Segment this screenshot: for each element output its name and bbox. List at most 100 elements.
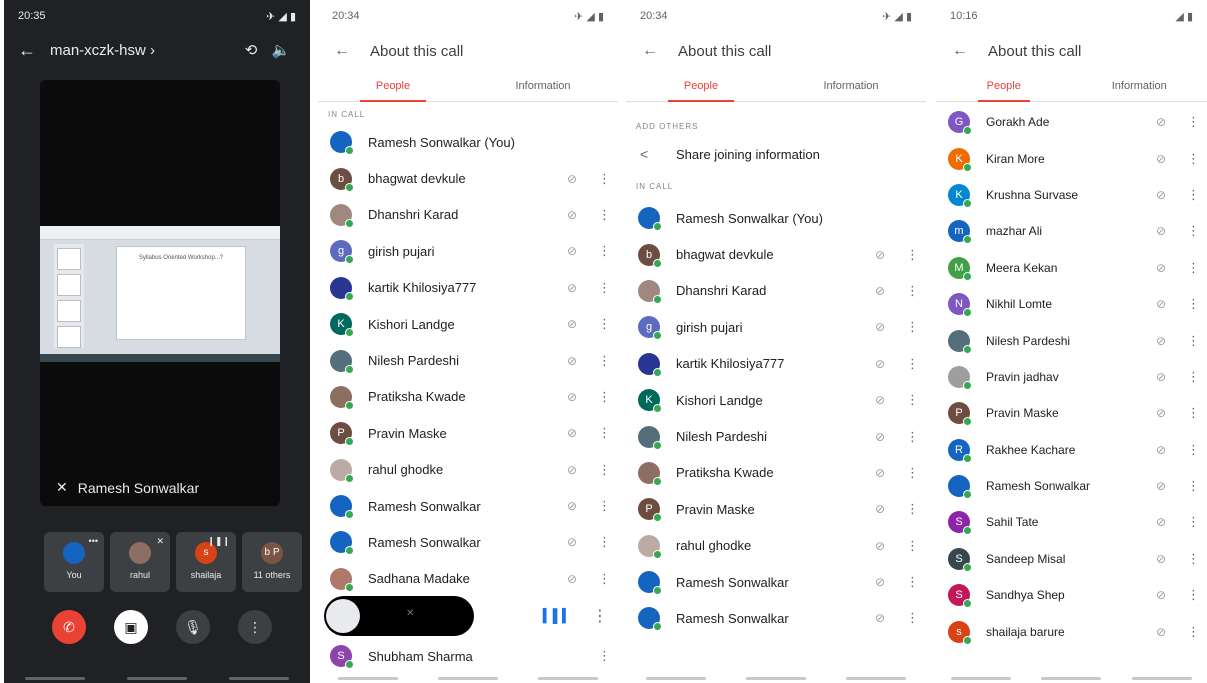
back-arrow-icon[interactable]: ← [18,40,50,61]
speaker-icon[interactable]: 🔈 [266,41,296,59]
more-icon[interactable]: ⋮ [1187,551,1200,567]
list-item[interactable]: m mazhar Ali ⊘ ⋮ [936,213,1207,249]
tab-information[interactable]: Information [1072,70,1207,101]
list-item[interactable]: M Meera Kekan ⊘ ⋮ [936,250,1207,286]
back-arrow-icon[interactable]: ← [952,42,988,60]
switch-camera-icon[interactable]: ⟲ [236,41,266,59]
more-icon[interactable]: ⋮ [906,247,919,263]
list-item[interactable]: g girish pujari ⊘ ⋮ [318,233,618,269]
meeting-code-button[interactable]: man-xczk-hsw › [50,42,236,59]
more-icon[interactable]: ⋮ [1187,296,1200,312]
more-icon[interactable]: ⋮ [598,425,611,441]
list-item[interactable]: kartik Khilosiya777 ⊘ ⋮ [318,270,618,306]
list-item[interactable]: Pratiksha Kwade ⊘ ⋮ [626,455,926,491]
list-item[interactable]: K Kishori Landge ⊘ ⋮ [318,306,618,342]
more-icon[interactable]: ⋮ [1187,478,1200,494]
more-icon[interactable]: ⋮ [906,319,919,335]
list-item[interactable]: Ramesh Sonwalkar ⊘ ⋮ [626,600,926,636]
list-item[interactable]: P Pravin Maske ⊘ ⋮ [318,415,618,451]
list-item[interactable]: b bhagwat devkule ⊘ ⋮ [626,236,926,272]
more-icon[interactable]: ⋮ [906,429,919,445]
more-icon[interactable]: ⋮ [1187,114,1200,130]
list-item[interactable]: Sadhana Madake ⊘ ⋮ [318,561,618,597]
more-icon[interactable]: ⋮ [906,538,919,554]
more-icon[interactable]: ⋮ [1187,187,1200,203]
list-item[interactable]: K Kiran More ⊘ ⋮ [936,140,1207,176]
tab-people[interactable]: People [318,70,468,102]
more-icon[interactable]: ⋮ [598,207,611,223]
more-icon[interactable]: ⋮ [1187,587,1200,603]
participant-tile[interactable]: ••• You [44,532,104,592]
more-icon[interactable]: ⋮ [1187,151,1200,167]
mic-button[interactable]: 🎙 [176,610,210,644]
list-item[interactable]: P Pravin Maske ⊘ ⋮ [936,395,1207,431]
list-item[interactable]: Ramesh Sonwalkar ⊘ ⋮ [936,468,1207,504]
pip-window[interactable]: ✕ [324,596,474,636]
more-icon[interactable]: ⋮ [598,648,611,664]
close-icon[interactable]: ✕ [406,608,414,619]
back-arrow-icon[interactable]: ← [334,42,370,60]
more-icon[interactable]: ⋮ [598,171,611,187]
more-icon[interactable]: ⋮ [906,465,919,481]
list-item[interactable]: rahul ghodke ⊘ ⋮ [318,452,618,488]
list-item[interactable]: Ramesh Sonwalkar ⊘ ⋮ [318,524,618,560]
more-icon[interactable]: ⋮ [598,316,611,332]
more-options-button[interactable]: ⋮ [238,610,272,644]
camera-off-button[interactable]: ▣ [114,610,148,644]
list-item[interactable]: Dhanshri Karad ⊘ ⋮ [626,273,926,309]
list-item[interactable]: Ramesh Sonwalkar (You) [626,200,926,236]
list-item[interactable]: Ramesh Sonwalkar (You) [318,124,618,160]
tab-people[interactable]: People [936,70,1072,102]
more-icon[interactable]: ⋮ [1187,624,1200,640]
list-item[interactable]: Ramesh Sonwalkar ⊘ ⋮ [318,488,618,524]
list-item[interactable]: N Nikhil Lomte ⊘ ⋮ [936,286,1207,322]
list-item[interactable]: S Shubham Sharma ⋮ [318,638,618,674]
list-item[interactable]: s shailaja barure ⊘ ⋮ [936,613,1207,649]
more-icon[interactable]: ⋮ [598,243,611,259]
list-item[interactable]: Nilesh Pardeshi ⊘ ⋮ [318,342,618,378]
more-icon[interactable]: ⋮ [592,606,608,626]
list-item[interactable]: g girish pujari ⊘ ⋮ [626,309,926,345]
more-icon[interactable]: ⋮ [906,356,919,372]
more-icon[interactable]: ⋮ [906,610,919,626]
end-call-button[interactable]: ✆ [52,610,86,644]
more-icon[interactable]: ⋮ [598,534,611,550]
more-icon[interactable]: ⋮ [598,498,611,514]
list-item[interactable]: G Gorakh Ade ⊘ ⋮ [936,104,1207,140]
main-video[interactable]: Syllabus Oriented Workshop...? ✕ Ramesh … [40,80,280,506]
tab-people[interactable]: People [626,70,776,102]
list-item[interactable]: P Pravin Maske ⊘ ⋮ [626,491,926,527]
more-icon[interactable]: ⋮ [598,571,611,587]
more-icon[interactable]: ⋮ [598,462,611,478]
list-item[interactable]: Dhanshri Karad ⊘ ⋮ [318,197,618,233]
more-icon[interactable]: ⋮ [1187,442,1200,458]
list-item[interactable]: Pravin jadhav ⊘ ⋮ [936,359,1207,395]
list-item[interactable]: S Sandhya Shep ⊘ ⋮ [936,577,1207,613]
more-icon[interactable]: ⋮ [1187,223,1200,239]
list-item[interactable]: kartik Khilosiya777 ⊘ ⋮ [626,346,926,382]
list-item[interactable]: rahul ghodke ⊘ ⋮ [626,528,926,564]
participant-tile[interactable]: ✕ rahul [110,532,170,592]
more-icon[interactable]: ⋮ [906,574,919,590]
more-icon[interactable]: ⋮ [906,501,919,517]
list-item[interactable]: R Rakhee Kachare ⊘ ⋮ [936,432,1207,468]
more-icon[interactable]: ⋮ [1187,369,1200,385]
more-icon[interactable]: ⋮ [906,392,919,408]
tab-information[interactable]: Information [776,70,926,101]
list-item[interactable]: K Krushna Survase ⊘ ⋮ [936,177,1207,213]
participant-tile[interactable]: b P 11 others [242,532,302,592]
more-icon[interactable]: ⋮ [598,353,611,369]
list-item[interactable]: S Sandeep Misal ⊘ ⋮ [936,541,1207,577]
more-icon[interactable]: ⋮ [1187,514,1200,530]
tab-information[interactable]: Information [468,70,618,101]
more-icon[interactable]: ⋮ [1187,405,1200,421]
more-icon[interactable]: ⋮ [598,389,611,405]
back-arrow-icon[interactable]: ← [642,42,678,60]
more-icon[interactable]: ⋮ [906,283,919,299]
participant-tile[interactable]: ❙❚❙ s shailaja [176,532,236,592]
list-item[interactable]: Nilesh Pardeshi ⊘ ⋮ [626,418,926,454]
list-item[interactable]: Pratiksha Kwade ⊘ ⋮ [318,379,618,415]
list-item[interactable]: S Sahil Tate ⊘ ⋮ [936,504,1207,540]
list-item[interactable]: Ramesh Sonwalkar ⊘ ⋮ [626,564,926,600]
share-joining-button[interactable]: < Share joining information [626,136,926,172]
